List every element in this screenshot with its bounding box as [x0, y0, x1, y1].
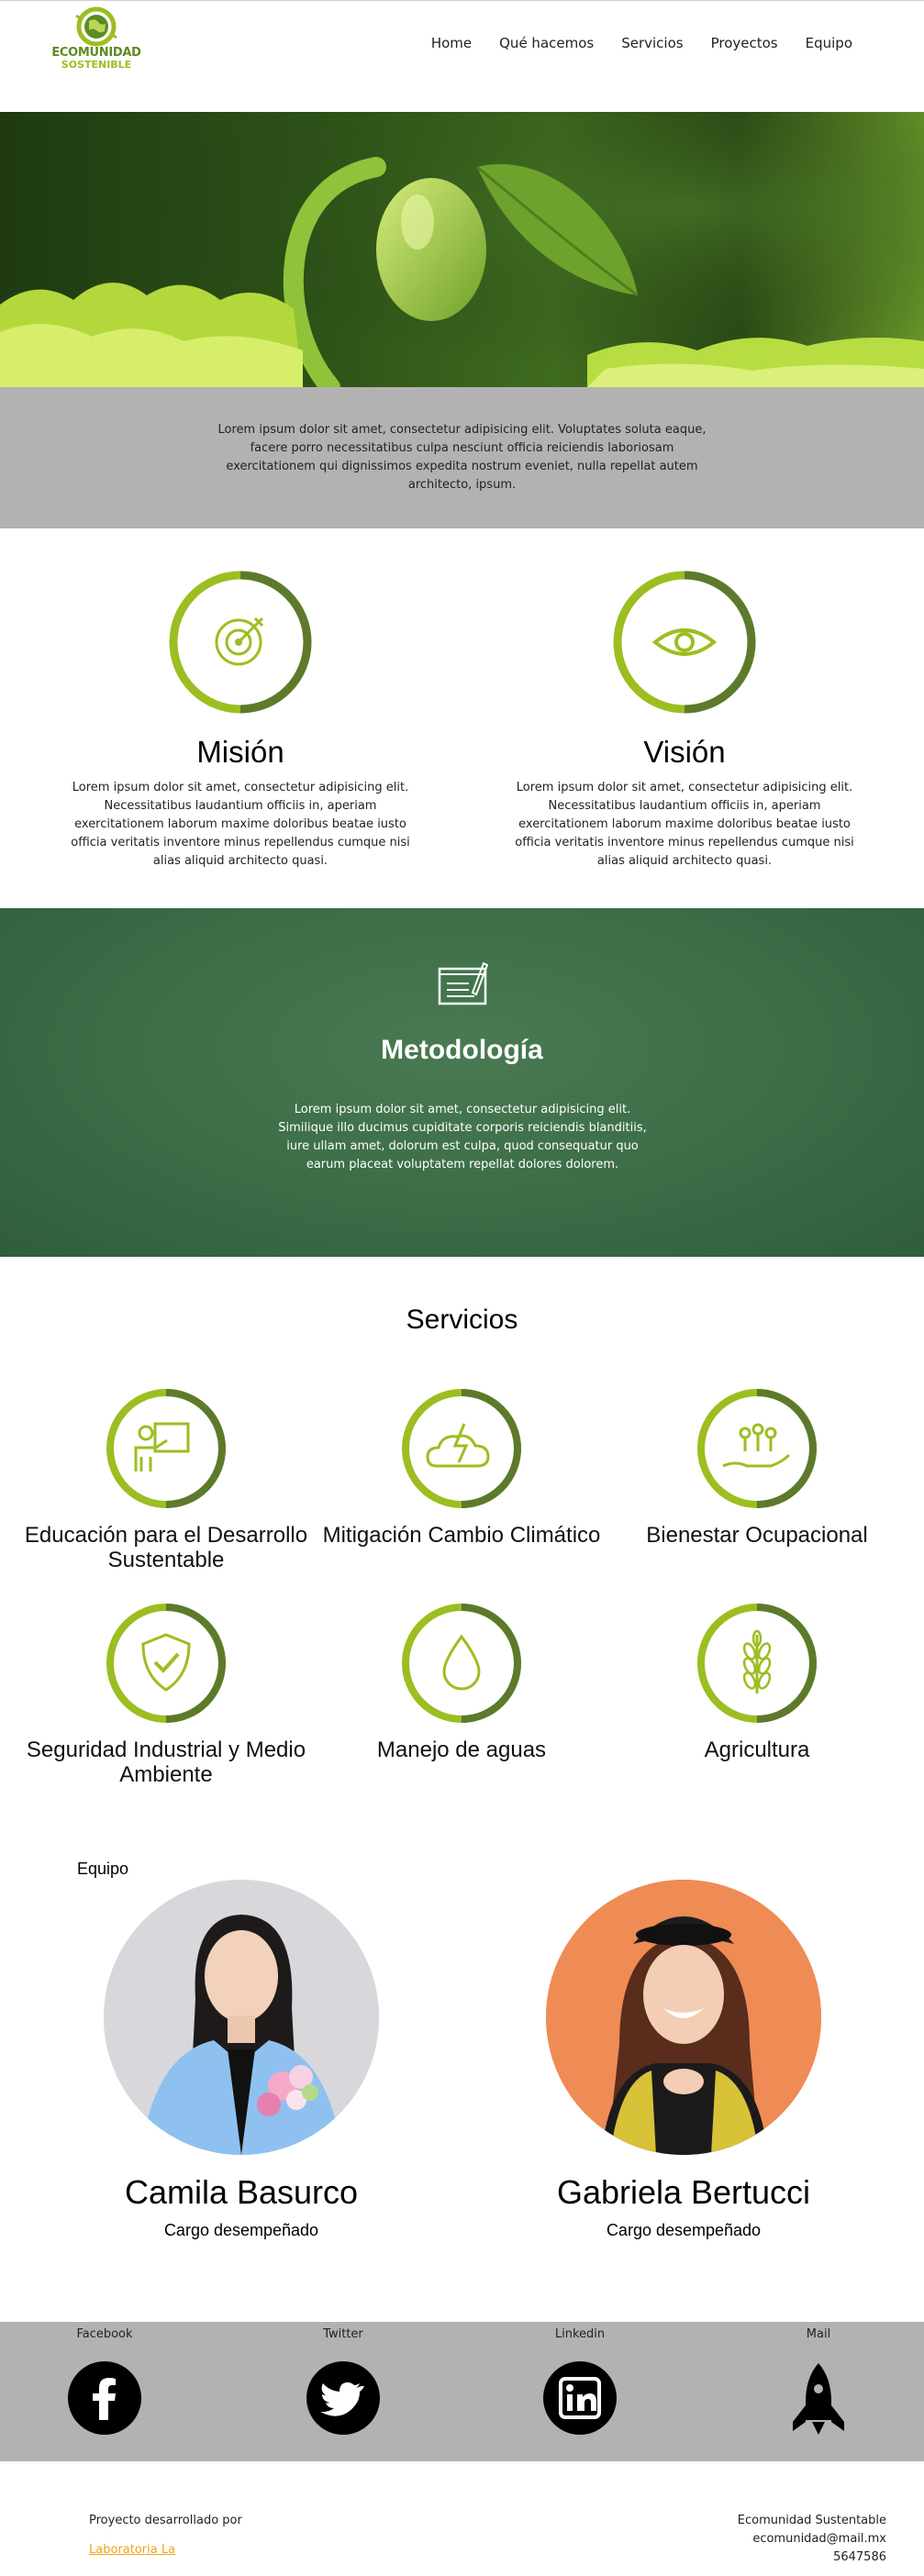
- equipo-section: Equipo Camila Basurco Cargo desempeñado: [0, 1821, 924, 2322]
- metodologia-title: Metodología: [381, 1035, 543, 1065]
- footer-credits: Proyecto desarrollado por Laboratoria La: [89, 2512, 242, 2559]
- service-label: Educación para el Desarrollo Sustentable: [24, 1523, 308, 1572]
- sprout-hero-image: [0, 112, 924, 387]
- target-icon: [169, 571, 312, 714]
- globe-logo-icon: [75, 6, 117, 47]
- hero-banner: [0, 112, 924, 387]
- member-name: Camila Basurco: [124, 2173, 359, 2211]
- rocket-icon[interactable]: [782, 2361, 855, 2435]
- vision-block: Visión Lorem ipsum dolor sit amet, conse…: [492, 569, 877, 871]
- service-label: Seguridad Industrial y Medio Ambiente: [26, 1738, 306, 1787]
- metodologia-section: Metodología Lorem ipsum dolor sit amet, …: [0, 908, 924, 1257]
- service-label: Mitigación Cambio Climático: [322, 1523, 601, 1548]
- intro-text: Lorem ipsum dolor sit amet, consectetur …: [217, 423, 707, 492]
- social-linkedin[interactable]: Linkedin: [516, 2327, 644, 2435]
- hand-people-icon: [697, 1389, 817, 1508]
- service-manejo-aguas[interactable]: Manejo de aguas: [315, 1602, 608, 1762]
- notebook-pen-icon: [438, 961, 489, 1005]
- teacher-board-icon: [106, 1389, 226, 1508]
- service-agricultura[interactable]: Agricultura: [610, 1602, 904, 1762]
- footer-org-name: Ecomunidad Sustentable: [737, 2514, 886, 2527]
- social-label: Twitter: [323, 2327, 363, 2341]
- member-role: Cargo desempeñado: [163, 2221, 319, 2239]
- footer-laboratoria-link[interactable]: Laboratoria La: [89, 2541, 242, 2559]
- metodologia-text: Lorem ipsum dolor sit amet, consectetur …: [278, 1103, 647, 1171]
- nav-home[interactable]: Home: [431, 35, 472, 51]
- mision-block: Misión Lorem ipsum dolor sit amet, conse…: [48, 569, 433, 871]
- servicios-title: Servicios: [406, 1305, 518, 1335]
- logo[interactable]: ECOMUNIDAD SOSTENIBLE: [50, 6, 142, 71]
- equipo-title: Equipo: [77, 1860, 129, 1878]
- nav-que-hacemos[interactable]: Qué hacemos: [499, 35, 594, 51]
- vision-text: Lorem ipsum dolor sit amet, consectetur …: [515, 781, 854, 868]
- servicios-section: Servicios Educación para el Desarrollo S…: [0, 1257, 924, 1821]
- facebook-icon[interactable]: [68, 2361, 141, 2435]
- nav-equipo[interactable]: Equipo: [806, 35, 852, 51]
- avatar: [546, 1880, 821, 2155]
- footer-credit-text: Proyecto desarrollado por: [89, 2514, 242, 2527]
- nav-servicios[interactable]: Servicios: [621, 35, 683, 51]
- service-seguridad[interactable]: Seguridad Industrial y Medio Ambiente: [19, 1602, 313, 1787]
- twitter-icon[interactable]: [306, 2361, 380, 2435]
- nav-proyectos[interactable]: Proyectos: [711, 35, 778, 51]
- member-role: Cargo desempeñado: [606, 2221, 762, 2239]
- social-mail[interactable]: Mail: [754, 2327, 883, 2435]
- intro-band: Lorem ipsum dolor sit amet, consectetur …: [0, 387, 924, 528]
- social-label: Mail: [806, 2327, 831, 2341]
- vision-title: Visión: [643, 735, 726, 769]
- logo-line-2: SOSTENIBLE: [61, 59, 132, 71]
- shield-check-icon: [106, 1604, 226, 1723]
- social-facebook[interactable]: Facebook: [40, 2327, 169, 2435]
- service-educacion[interactable]: Educación para el Desarrollo Sustentable: [19, 1387, 313, 1572]
- mision-text: Lorem ipsum dolor sit amet, consectetur …: [71, 781, 410, 868]
- site-footer: Proyecto desarrollado por Laboratoria La…: [0, 2461, 924, 2576]
- site-header: ECOMUNIDAD SOSTENIBLE Home Qué hacemos S…: [0, 0, 924, 112]
- eye-icon: [613, 571, 756, 714]
- social-label: Linkedin: [554, 2327, 606, 2341]
- team-member-camila: Camila Basurco Cargo desempeñado: [67, 1880, 416, 2240]
- water-drop-icon: [402, 1604, 521, 1723]
- footer-phone: 5647586: [833, 2550, 886, 2564]
- logo-line-1: ECOMUNIDAD: [51, 46, 141, 60]
- person-photo: [546, 1880, 821, 2155]
- footer-contact: Ecomunidad Sustentable ecomunidad@mail.m…: [738, 2512, 886, 2567]
- wheat-icon: [697, 1604, 817, 1723]
- service-label: Bienestar Ocupacional: [646, 1523, 868, 1548]
- social-label: Facebook: [76, 2327, 133, 2341]
- mision-vision-section: Misión Lorem ipsum dolor sit amet, conse…: [0, 528, 924, 908]
- member-name: Gabriela Bertucci: [556, 2173, 811, 2211]
- mision-title: Misión: [196, 735, 284, 769]
- avatar: [104, 1880, 379, 2155]
- service-label: Manejo de aguas: [376, 1738, 547, 1762]
- service-mitigacion[interactable]: Mitigación Cambio Climático: [315, 1387, 608, 1548]
- team-member-gabriela: Gabriela Bertucci Cargo desempeñado: [509, 1880, 858, 2240]
- social-band: Facebook Twitter Linkedin Mail: [0, 2322, 924, 2461]
- social-twitter[interactable]: Twitter: [279, 2327, 407, 2435]
- footer-email[interactable]: ecomunidad@mail.mx: [738, 2530, 886, 2548]
- service-label: Agricultura: [704, 1738, 810, 1762]
- person-photo: [104, 1880, 379, 2155]
- service-bienestar[interactable]: Bienestar Ocupacional: [610, 1387, 904, 1548]
- linkedin-icon[interactable]: [543, 2361, 617, 2435]
- main-nav: Home Qué hacemos Servicios Proyectos Equ…: [431, 35, 852, 51]
- cloud-lightning-icon: [402, 1389, 521, 1508]
